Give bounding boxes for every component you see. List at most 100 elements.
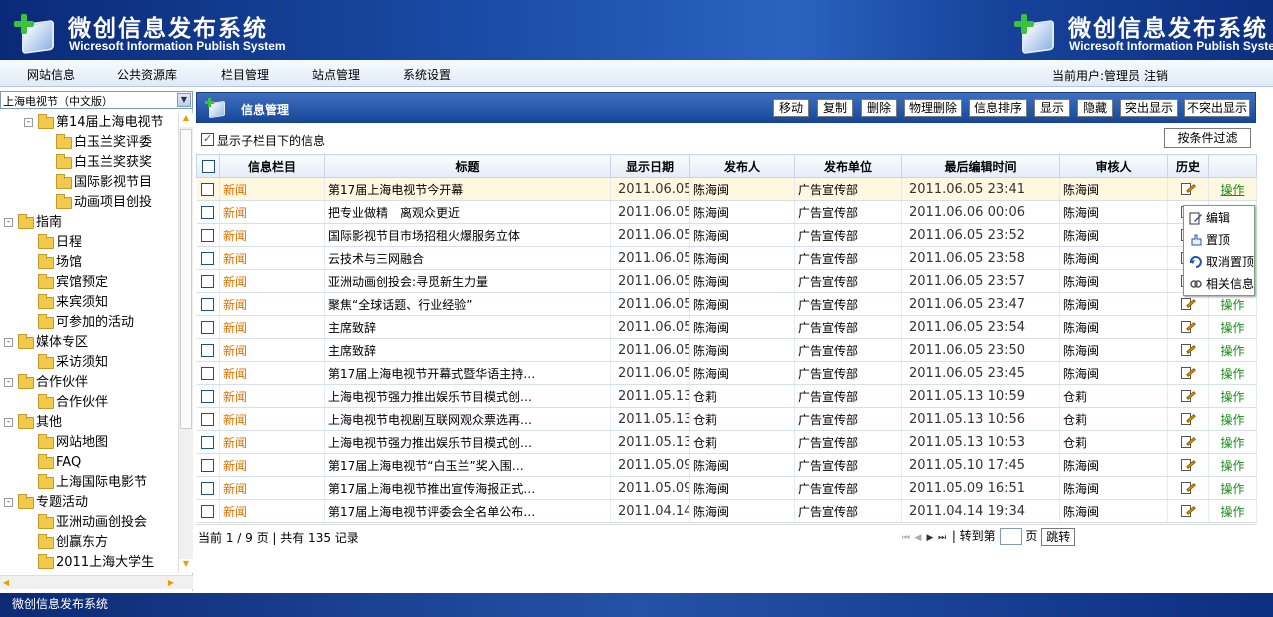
table-row[interactable]: 新闻 把专业做精 离观众更近 2011.06.05 陈海闽 广告宣传部 2011.06.0… (196, 200, 1257, 224)
cell-action[interactable]: 操作 (1208, 384, 1257, 408)
table-row[interactable]: 新闻 云技术与三网融合 2011.06.05 陈海闽 广告宣传部 2011.06.05 2… (196, 246, 1257, 270)
cell-title[interactable]: 主席致辞 (324, 315, 611, 339)
cell-title[interactable]: 上海电视节强力推出娱乐节目模式创… (324, 430, 611, 454)
history-edit-icon[interactable] (1181, 343, 1196, 357)
row-checkbox[interactable] (201, 252, 215, 265)
table-row[interactable]: 新闻 第17届上海电视节今开幕 2011.06.05 陈海闽 广告宣传部 2011.06.… (196, 177, 1257, 201)
history-edit-icon[interactable] (1181, 412, 1196, 426)
row-checkbox[interactable] (201, 229, 215, 242)
tree-item[interactable]: 亚洲动画创投会 (0, 513, 178, 533)
scroll-right-icon[interactable]: ▶ (165, 576, 177, 589)
header-publisher[interactable]: 发布人 (689, 154, 795, 178)
cell-action[interactable]: 操作 (1208, 407, 1257, 431)
tree-item[interactable]: - 媒体专区 (0, 333, 178, 353)
tree-item[interactable]: 来宾须知 (0, 293, 178, 313)
menu-site-management[interactable]: 站点管理 (312, 66, 360, 83)
select-all-checkbox[interactable] (201, 160, 215, 173)
physical-delete-button[interactable]: 物理删除 (904, 99, 962, 117)
tree-item[interactable]: 动画项目创投 (0, 193, 178, 213)
cell-action[interactable]: 操作 (1208, 499, 1257, 523)
cell-title[interactable]: 把专业做精 离观众更近 (324, 200, 611, 224)
site-select[interactable]: 上海电视节（中文版） ▼ (0, 91, 193, 109)
history-edit-icon[interactable] (1181, 481, 1196, 495)
last-page-icon[interactable]: ⏭ (936, 533, 948, 543)
collapse-toggle-icon[interactable]: - (4, 338, 13, 347)
collapse-toggle-icon[interactable]: - (4, 418, 13, 427)
menu-system-settings[interactable]: 系统设置 (403, 66, 451, 83)
row-checkbox[interactable] (201, 413, 215, 426)
move-button[interactable]: 移动 (773, 99, 809, 117)
table-row[interactable]: 新闻 上海电视节强力推出娱乐节目模式创… 2011.05.13 仓莉 广告宣传部 2011… (196, 384, 1257, 408)
history-edit-icon[interactable] (1181, 182, 1196, 196)
row-checkbox[interactable] (201, 436, 215, 449)
show-button[interactable]: 显示 (1034, 99, 1070, 117)
cell-title[interactable]: 聚焦“全球话题、行业经验” (324, 292, 611, 316)
scroll-left-icon[interactable]: ◀ (0, 576, 12, 589)
table-row[interactable]: 新闻 国际影视节目市场招租火爆服务立体 2011.06.05 陈海闽 广告宣传部 2011… (196, 223, 1257, 247)
history-edit-icon[interactable] (1181, 297, 1196, 311)
cell-action[interactable]: 操作 (1208, 476, 1257, 500)
row-checkbox[interactable] (201, 390, 215, 403)
popup-unpin[interactable]: 取消置顶 (1186, 251, 1254, 273)
tree-item[interactable]: 可参加的活动 (0, 313, 178, 333)
tree-vertical-scrollbar[interactable]: ▲ ▼ (178, 113, 193, 573)
tree-item[interactable]: 创赢东方 (0, 533, 178, 553)
popup-pin[interactable]: 置顶 (1186, 229, 1254, 251)
tree-item[interactable]: 采访须知 (0, 353, 178, 373)
table-row[interactable]: 新闻 第17届上海电视节推出宣传海报正式… 2011.05.09 陈海闽 广告宣传部 20… (196, 476, 1257, 500)
page-number-input[interactable] (999, 528, 1022, 545)
table-row[interactable]: 新闻 亚洲动画创投会:寻觅新生力量 2011.06.05 陈海闽 广告宣传部 2011.0… (196, 269, 1257, 293)
tree-item[interactable]: 上海国际电影节 (0, 473, 178, 493)
header-title[interactable]: 标题 (324, 154, 611, 178)
table-row[interactable]: 新闻 上海电视节强力推出娱乐节目模式创… 2011.05.13 仓莉 广告宣传部 2011… (196, 430, 1257, 454)
row-checkbox[interactable] (201, 482, 215, 495)
cell-title[interactable]: 国际影视节目市场招租火爆服务立体 (324, 223, 611, 247)
cell-title[interactable]: 第17届上海电视节今开幕 (324, 177, 611, 201)
scroll-up-icon[interactable]: ▲ (179, 113, 193, 127)
collapse-toggle-icon[interactable]: - (4, 218, 13, 227)
table-row[interactable]: 新闻 第17届上海电视节开幕式暨华语主持… 2011.06.05 陈海闽 广告宣传部 20… (196, 361, 1257, 385)
history-edit-icon[interactable] (1181, 435, 1196, 449)
cell-title[interactable]: 云技术与三网融合 (324, 246, 611, 270)
header-reviewer[interactable]: 审核人 (1059, 154, 1168, 178)
prev-page-icon[interactable]: ◀ (912, 533, 924, 543)
cell-action[interactable]: 操作 (1208, 177, 1257, 201)
table-row[interactable]: 新闻 主席致辞 2011.06.05 陈海闽 广告宣传部 2011.06.05 23:50… (196, 338, 1257, 362)
delete-button[interactable]: 删除 (861, 99, 897, 117)
collapse-toggle-icon[interactable]: - (4, 498, 13, 507)
tree-item[interactable]: - 专题活动 (0, 493, 178, 513)
chevron-down-icon[interactable]: ▼ (177, 93, 191, 107)
header-display-date[interactable]: 显示日期 (610, 154, 690, 178)
next-page-icon[interactable]: ▶ (924, 533, 936, 543)
table-row[interactable]: 新闻 聚焦“全球话题、行业经验” 2011.06.05 陈海闽 广告宣传部 2011.06… (196, 292, 1257, 316)
cell-action[interactable]: 操作 (1208, 430, 1257, 454)
tree-item[interactable]: - 合作伙伴 (0, 373, 178, 393)
tree-item[interactable]: - 第14届上海电视节 (0, 113, 178, 133)
unhighlight-button[interactable]: 不突出显示 (1184, 99, 1250, 117)
cell-title[interactable]: 上海电视节电视剧互联网观众票选再… (324, 407, 611, 431)
tree-item[interactable]: - 指南 (0, 213, 178, 233)
cell-title[interactable]: 第17届上海电视节“白玉兰”奖入围… (324, 453, 611, 477)
collapse-toggle-icon[interactable]: - (24, 118, 33, 127)
scrollbar-thumb[interactable] (180, 129, 192, 429)
row-checkbox[interactable] (201, 344, 215, 357)
cell-title[interactable]: 上海电视节强力推出娱乐节目模式创… (324, 384, 611, 408)
cell-title[interactable]: 第17届上海电视节评委会全名单公布… (324, 499, 611, 523)
tree-item[interactable]: 合作伙伴 (0, 393, 178, 413)
sort-button[interactable]: 信息排序 (969, 99, 1027, 117)
history-edit-icon[interactable] (1181, 366, 1196, 380)
tree-item[interactable]: 白玉兰奖评委 (0, 133, 178, 153)
collapse-toggle-icon[interactable]: - (4, 378, 13, 387)
menu-column-management[interactable]: 栏目管理 (221, 66, 269, 83)
row-checkbox[interactable] (201, 183, 215, 196)
row-checkbox[interactable] (201, 459, 215, 472)
copy-button[interactable]: 复制 (817, 99, 853, 117)
cell-title[interactable]: 亚洲动画创投会:寻觅新生力量 (324, 269, 611, 293)
scroll-down-icon[interactable]: ▼ (179, 559, 193, 573)
tree-item[interactable]: 2011上海大学生 (0, 553, 178, 573)
row-checkbox[interactable] (201, 206, 215, 219)
tree-item[interactable]: FAQ (0, 453, 178, 473)
logout-link[interactable]: 注销 (1144, 69, 1168, 83)
tree-item[interactable]: - 其他 (0, 413, 178, 433)
row-checkbox[interactable] (201, 367, 215, 380)
